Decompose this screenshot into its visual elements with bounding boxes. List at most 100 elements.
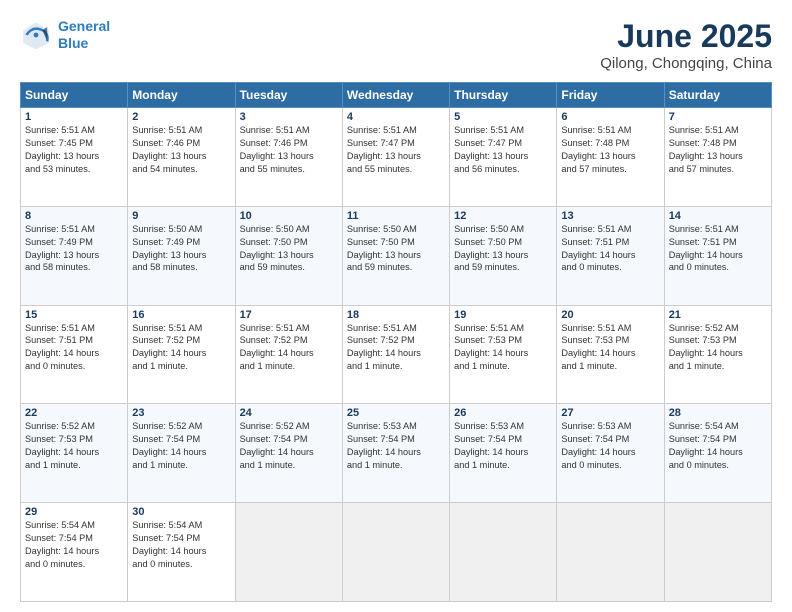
info-line: Sunset: 7:54 PM (561, 434, 629, 444)
info-line: Sunrise: 5:50 AM (347, 224, 417, 234)
day-number: 30 (132, 506, 230, 518)
info-line: Sunset: 7:48 PM (669, 138, 737, 148)
info-line: Sunset: 7:46 PM (240, 138, 308, 148)
day-number: 29 (25, 506, 123, 518)
info-line: and 1 minute. (669, 361, 725, 371)
col-monday: Monday (128, 83, 235, 108)
calendar-cell: 19Sunrise: 5:51 AMSunset: 7:53 PMDayligh… (450, 305, 557, 404)
day-info: Sunrise: 5:51 AMSunset: 7:48 PMDaylight:… (669, 124, 767, 176)
info-line: Sunset: 7:54 PM (132, 434, 200, 444)
day-info: Sunrise: 5:50 AMSunset: 7:50 PMDaylight:… (240, 223, 338, 275)
info-line: and 57 minutes. (561, 164, 626, 174)
day-info: Sunrise: 5:51 AMSunset: 7:46 PMDaylight:… (240, 124, 338, 176)
day-number: 8 (25, 210, 123, 222)
calendar-cell: 12Sunrise: 5:50 AMSunset: 7:50 PMDayligh… (450, 206, 557, 305)
day-info: Sunrise: 5:51 AMSunset: 7:51 PMDaylight:… (669, 223, 767, 275)
info-line: and 1 minute. (240, 361, 296, 371)
calendar-cell: 13Sunrise: 5:51 AMSunset: 7:51 PMDayligh… (557, 206, 664, 305)
day-number: 5 (454, 111, 552, 123)
calendar-cell: 24Sunrise: 5:52 AMSunset: 7:54 PMDayligh… (235, 404, 342, 503)
logo: General Blue (20, 18, 110, 52)
info-line: Sunset: 7:51 PM (561, 237, 629, 247)
info-line: Sunset: 7:54 PM (669, 434, 737, 444)
info-line: and 57 minutes. (669, 164, 734, 174)
day-info: Sunrise: 5:51 AMSunset: 7:52 PMDaylight:… (347, 322, 445, 374)
info-line: Daylight: 13 hours (347, 250, 421, 260)
info-line: Sunset: 7:48 PM (561, 138, 629, 148)
calendar-cell: 17Sunrise: 5:51 AMSunset: 7:52 PMDayligh… (235, 305, 342, 404)
info-line: and 59 minutes. (240, 262, 305, 272)
day-number: 26 (454, 407, 552, 419)
info-line: and 58 minutes. (25, 262, 90, 272)
calendar-cell: 21 Sunrise: 5:52 AM Sunset: 7:53 PM Dayligh… (664, 305, 771, 404)
info-line: Sunset: 7:51 PM (25, 335, 93, 345)
calendar-cell: 18Sunrise: 5:51 AMSunset: 7:52 PMDayligh… (342, 305, 449, 404)
info-line: Sunrise: 5:50 AM (240, 224, 310, 234)
calendar-cell: 29Sunrise: 5:54 AMSunset: 7:54 PMDayligh… (21, 503, 128, 602)
day-number: 23 (132, 407, 230, 419)
info-line: Daylight: 14 hours (25, 546, 99, 556)
calendar-cell (342, 503, 449, 602)
calendar-cell (664, 503, 771, 602)
info-line: and 0 minutes. (25, 559, 85, 569)
info-line: and 54 minutes. (132, 164, 197, 174)
info-line: and 1 minute. (347, 460, 403, 470)
day-info: Sunrise: 5:50 AMSunset: 7:50 PMDaylight:… (454, 223, 552, 275)
day-info: Sunrise: 5:54 AMSunset: 7:54 PMDaylight:… (669, 420, 767, 472)
week-row-4: 22Sunrise: 5:52 AMSunset: 7:53 PMDayligh… (21, 404, 772, 503)
info-line: Daylight: 14 hours (132, 447, 206, 457)
col-sunday: Sunday (21, 83, 128, 108)
day-info: Sunrise: 5:51 AMSunset: 7:52 PMDaylight:… (132, 322, 230, 374)
day-number: 18 (347, 309, 445, 321)
info-line: Sunrise: 5:51 AM (25, 224, 95, 234)
info-line: Sunset: 7:49 PM (25, 237, 93, 247)
info-line: Sunrise: 5:51 AM (561, 125, 631, 135)
calendar-cell: 3Sunrise: 5:51 AMSunset: 7:46 PMDaylight… (235, 108, 342, 207)
calendar-cell (557, 503, 664, 602)
info-line: Daylight: 13 hours (25, 250, 99, 260)
day-number: 12 (454, 210, 552, 222)
day-info: Sunrise: 5:50 AM Sunset: 7:50 PM Daylight:… (347, 223, 445, 275)
info-line: Sunset: 7:47 PM (454, 138, 522, 148)
info-line: and 58 minutes. (132, 262, 197, 272)
info-line: Daylight: 14 hours (25, 447, 99, 457)
week-row-5: 29Sunrise: 5:54 AMSunset: 7:54 PMDayligh… (21, 503, 772, 602)
info-line: and 0 minutes. (669, 262, 729, 272)
calendar-cell: 26Sunrise: 5:53 AMSunset: 7:54 PMDayligh… (450, 404, 557, 503)
info-line: Daylight: 14 hours (132, 348, 206, 358)
subtitle: Qilong, Chongqing, China (600, 55, 772, 72)
calendar-cell: 5Sunrise: 5:51 AMSunset: 7:47 PMDaylight… (450, 108, 557, 207)
info-line: Sunrise: 5:54 AM (132, 520, 202, 530)
title-block: June 2025 Qilong, Chongqing, China (600, 18, 772, 72)
info-line: Daylight: 14 hours (240, 348, 314, 358)
calendar-cell: 9Sunrise: 5:50 AMSunset: 7:49 PMDaylight… (128, 206, 235, 305)
info-line: Sunrise: 5:51 AM (561, 323, 631, 333)
calendar-cell: 23Sunrise: 5:52 AMSunset: 7:54 PMDayligh… (128, 404, 235, 503)
calendar-cell (450, 503, 557, 602)
info-line: Sunrise: 5:51 AM (669, 224, 739, 234)
info-line: Daylight: 14 hours (669, 348, 743, 358)
info-line: Sunrise: 5:51 AM (132, 323, 202, 333)
day-number: 19 (454, 309, 552, 321)
info-line: Sunset: 7:54 PM (454, 434, 522, 444)
info-line: Daylight: 13 hours (132, 151, 206, 161)
info-line: and 1 minute. (454, 361, 510, 371)
day-info: Sunrise: 5:51 AMSunset: 7:48 PMDaylight:… (561, 124, 659, 176)
day-number: 3 (240, 111, 338, 123)
day-number: 1 (25, 111, 123, 123)
info-line: Sunrise: 5:52 AM (669, 323, 739, 333)
info-line: Sunset: 7:45 PM (25, 138, 93, 148)
day-number: 21 (669, 309, 767, 321)
day-number: 15 (25, 309, 123, 321)
day-number: 28 (669, 407, 767, 419)
day-info: Sunrise: 5:52 AM Sunset: 7:53 PM Daylight:… (669, 322, 767, 374)
info-line: Sunrise: 5:51 AM (454, 323, 524, 333)
day-number: 17 (240, 309, 338, 321)
day-info: Sunrise: 5:51 AMSunset: 7:52 PMDaylight:… (240, 322, 338, 374)
info-line: Sunset: 7:52 PM (347, 335, 415, 345)
info-line: Daylight: 13 hours (240, 151, 314, 161)
day-number: 27 (561, 407, 659, 419)
info-line: Sunset: 7:53 PM (669, 335, 737, 345)
info-line: Sunset: 7:50 PM (347, 237, 415, 247)
day-info: Sunrise: 5:52 AMSunset: 7:54 PMDaylight:… (240, 420, 338, 472)
